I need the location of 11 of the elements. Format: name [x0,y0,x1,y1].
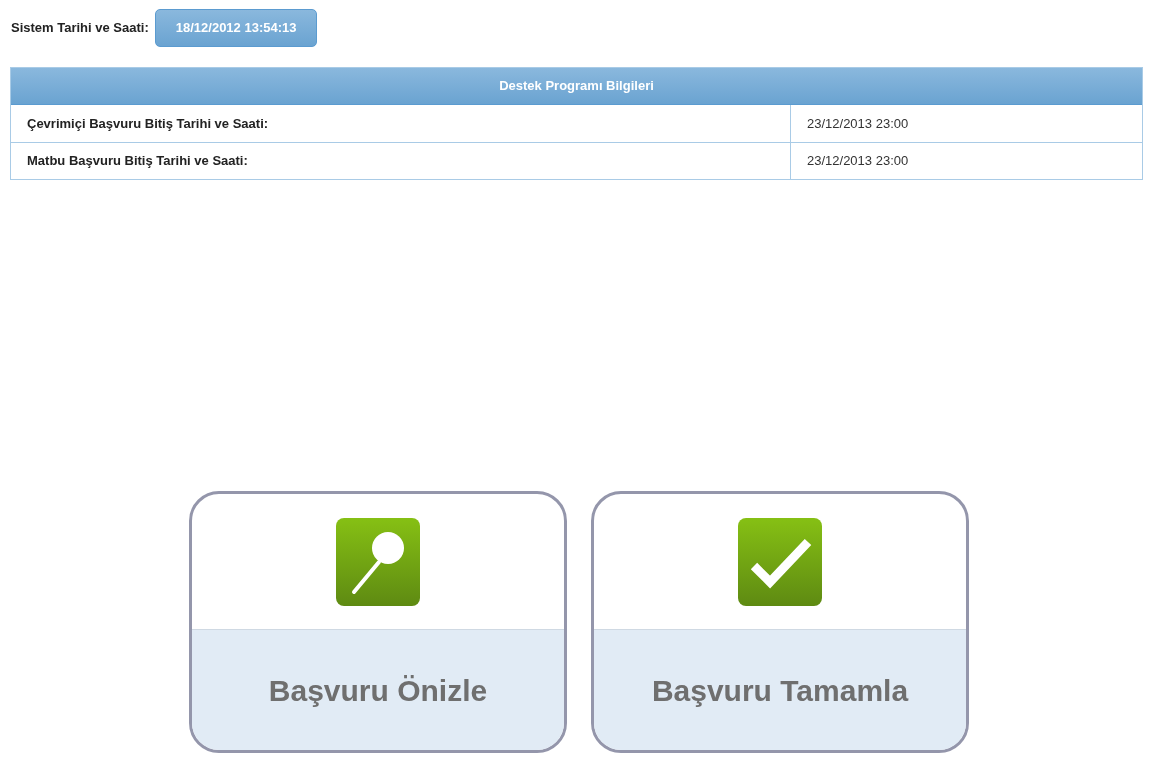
table-cell: Çevrimiçi Başvuru Bitiş Tarihi ve Saati: [11,105,791,142]
system-time-value: 18/12/2012 13:54:13 [154,9,318,47]
magnifier-icon [336,517,420,606]
table-cell-text: 23/12/2013 23:00 [806,114,910,133]
action-button[interactable]: Başvuru Tamamla [591,491,969,753]
checkmark-icon [738,517,822,606]
table-cell: Matbu Başvuru Bitiş Tarihi ve Saati: [11,143,791,179]
action-button[interactable]: Başvuru Önizle [189,491,567,753]
table-cell-text: 23/12/2013 23:00 [806,152,910,171]
system-time-label: Sistem Tarihi ve Saati: [11,19,149,38]
table-header: Destek Programı Bilgileri [11,68,1142,105]
